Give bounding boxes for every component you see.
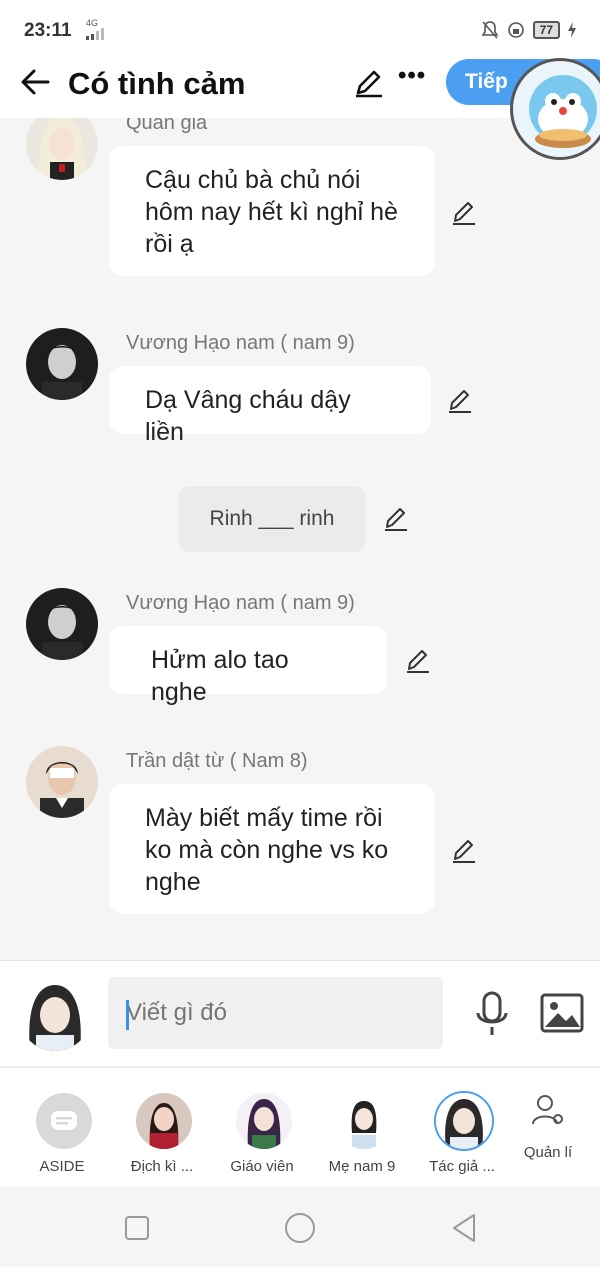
bell-muted-icon [481, 21, 499, 39]
character-label: ASIDE [39, 1158, 85, 1175]
avatar[interactable] [26, 588, 98, 660]
message-text: Cậu chủ bà chủ nói hôm nay hết kì nghỉ h… [145, 166, 398, 258]
character-label: Quản lí [523, 1144, 573, 1161]
message-bubble[interactable]: Mày biết mấy time rồi ko mà còn nghe vs … [109, 784, 435, 914]
page-title: Có tình cảm [68, 66, 246, 101]
more-icon[interactable]: ••• [398, 62, 426, 90]
sender-name: Quản gia [126, 118, 208, 134]
user-settings-icon [532, 1095, 563, 1125]
sender-name: Vương Hạo nam ( nam 9) [126, 592, 355, 614]
character-selector: ASIDE Địch kì ... Giáo viên Mẹ nam 9 Tác… [0, 1067, 600, 1187]
avatar [136, 1093, 192, 1149]
message-bubble[interactable]: Cậu chủ bà chủ nói hôm nay hết kì nghỉ h… [109, 146, 435, 276]
sender-name: Vương Hạo nam ( nam 9) [126, 332, 355, 354]
character-label: Tác giả ... [429, 1158, 495, 1175]
network-indicator: 4G [86, 18, 99, 28]
home-icon[interactable] [284, 1212, 316, 1244]
signal-icon [86, 28, 104, 40]
pencil-icon[interactable] [404, 646, 432, 674]
status-bar: 23:11 4G 77 [0, 0, 600, 60]
message-bubble[interactable]: Dạ Vâng cháu dậy liền [109, 366, 431, 446]
pencil-icon[interactable] [382, 504, 410, 532]
battery-indicator: 77 [532, 21, 560, 39]
character-label: Mẹ nam 9 [328, 1158, 396, 1175]
narration-bubble[interactable]: Rinh ___ rinh [178, 486, 366, 552]
status-icons: 77 [481, 20, 576, 40]
character-label: Giáo viên [230, 1158, 294, 1175]
next-button-label: Tiếp [465, 70, 508, 93]
message-text: Hửm alo tao nghe [151, 646, 289, 706]
status-time: 23:11 [24, 20, 72, 41]
back-arrow-icon[interactable] [18, 64, 54, 100]
avatar[interactable] [26, 746, 98, 818]
rotation-lock-icon [507, 22, 524, 38]
character-label: Địch kì ... [130, 1158, 194, 1175]
avatar[interactable] [26, 328, 98, 400]
avatar [336, 1093, 392, 1149]
message-input-bar [0, 960, 600, 1066]
text-caret [126, 1000, 129, 1030]
chat-area[interactable]: Quản gia Cậu chủ bà chủ nói hôm nay hết … [0, 118, 600, 958]
current-character-avatar[interactable] [18, 975, 92, 1051]
avatar [434, 1091, 494, 1151]
charging-icon [568, 22, 576, 38]
image-icon[interactable] [540, 993, 584, 1033]
back-nav-icon[interactable] [450, 1213, 478, 1243]
message-bubble[interactable]: Hửm alo tao nghe [109, 626, 387, 706]
pencil-icon[interactable] [450, 198, 478, 226]
pencil-icon[interactable] [450, 836, 478, 864]
aside-avatar [36, 1093, 92, 1149]
system-nav-bar [0, 1187, 600, 1267]
message-text: Mày biết mấy time rồi ko mà còn nghe vs … [145, 804, 389, 896]
pencil-icon[interactable] [446, 386, 474, 414]
recent-apps-icon[interactable] [124, 1215, 150, 1241]
message-input[interactable] [108, 977, 443, 1049]
pencil-icon[interactable] [352, 65, 386, 99]
avatar [236, 1093, 292, 1149]
message-text: Dạ Vâng cháu dậy liền [145, 386, 351, 446]
avatar[interactable] [26, 118, 98, 180]
sender-name: Trần dật từ ( Nam 8) [126, 750, 308, 772]
narration-text: Rinh ___ rinh [209, 507, 335, 530]
microphone-icon[interactable] [474, 991, 510, 1037]
